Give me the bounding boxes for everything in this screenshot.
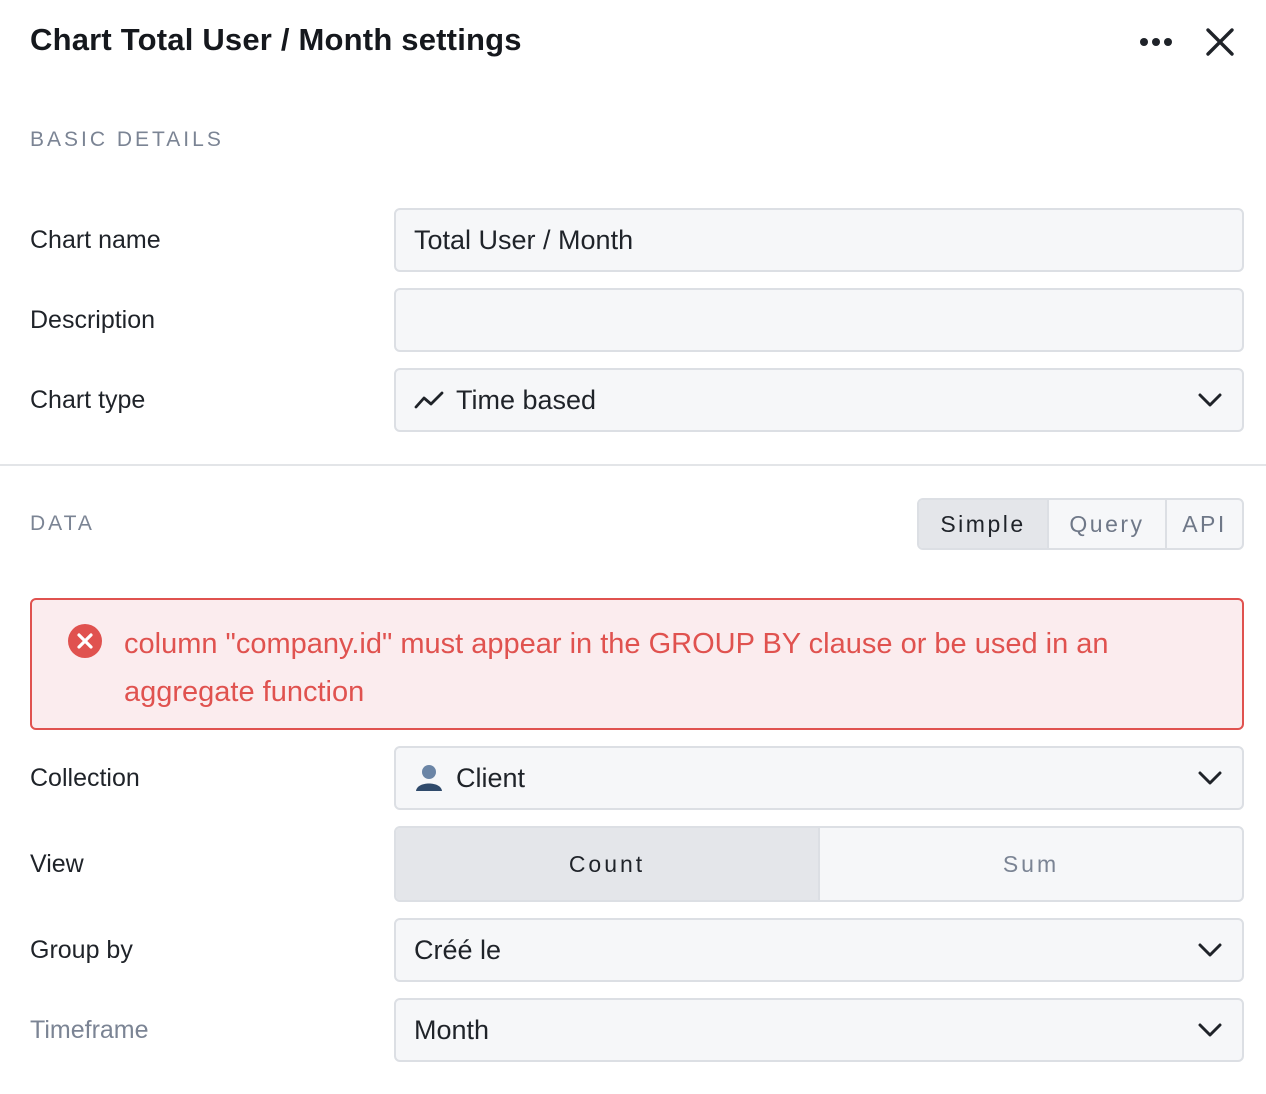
description-input[interactable] xyxy=(394,288,1244,352)
chevron-down-icon xyxy=(1196,1016,1224,1044)
group-by-label: Group by xyxy=(30,936,133,964)
chevron-down-icon xyxy=(1196,936,1224,964)
collection-select[interactable]: Client xyxy=(394,746,1244,810)
more-horizontal-icon xyxy=(1140,38,1172,46)
chart-name-value: Total User / Month xyxy=(414,224,634,255)
more-options-button[interactable] xyxy=(1136,28,1176,56)
close-button[interactable] xyxy=(1200,22,1240,62)
timeframe-select[interactable]: Month xyxy=(394,998,1244,1062)
timeframe-label: Timeframe xyxy=(30,1016,149,1044)
trend-line-icon xyxy=(414,391,444,409)
view-count-option[interactable]: Count xyxy=(396,828,820,900)
chart-type-label: Chart type xyxy=(30,386,146,414)
collection-value: Client xyxy=(456,762,526,793)
view-sum-option[interactable]: Sum xyxy=(820,828,1242,900)
chart-name-input[interactable]: Total User / Month xyxy=(394,208,1244,272)
panel-title: Chart Total User / Month settings xyxy=(30,22,522,57)
group-by-select[interactable]: Créé le xyxy=(394,918,1244,982)
error-circle-icon xyxy=(68,624,102,658)
view-label: View xyxy=(30,850,84,878)
user-icon xyxy=(416,765,442,791)
error-message: column "company.id" must appear in the G… xyxy=(124,628,1109,708)
chevron-down-icon xyxy=(1196,764,1224,792)
mode-api-tab[interactable]: API xyxy=(1165,500,1242,548)
description-label: Description xyxy=(30,306,156,334)
view-toggle: Count Sum xyxy=(394,826,1244,902)
timeframe-value: Month xyxy=(414,1014,490,1045)
chart-type-select[interactable]: Time based xyxy=(394,368,1244,432)
data-mode-toggle: Simple Query API xyxy=(917,498,1244,550)
chevron-down-icon xyxy=(1196,386,1224,414)
chart-name-label: Chart name xyxy=(30,226,161,254)
close-icon xyxy=(1206,28,1234,56)
group-by-value: Créé le xyxy=(414,934,502,965)
mode-query-tab[interactable]: Query xyxy=(1047,500,1165,548)
collection-label: Collection xyxy=(30,764,140,792)
error-alert: column "company.id" must appear in the G… xyxy=(30,598,1244,730)
section-divider xyxy=(0,464,1266,466)
basic-details-heading: BASIC DETAILS xyxy=(30,128,224,151)
chart-type-value: Time based xyxy=(456,384,597,415)
data-heading: DATA xyxy=(30,512,95,535)
mode-simple-tab[interactable]: Simple xyxy=(919,500,1047,548)
